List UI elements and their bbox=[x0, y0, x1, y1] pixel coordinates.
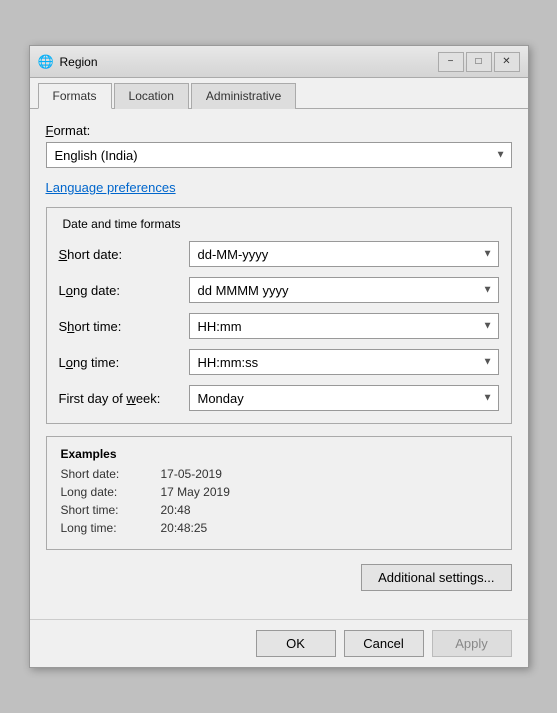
short-date-row: Short date: dd-MM-yyyy M/d/yyyy dd/MM/yy… bbox=[59, 241, 499, 267]
long-date-dropdown-container: dd MMMM yyyy dddd, MMMM d, yyyy ▼ bbox=[189, 277, 499, 303]
example-short-time-row: Short time: 20:48 bbox=[61, 503, 497, 517]
language-preferences-link[interactable]: Language preferences bbox=[46, 180, 512, 195]
window-title: Region bbox=[60, 55, 98, 69]
short-time-row: Short time: HH:mm h:mm tt ▼ bbox=[59, 313, 499, 339]
short-time-label: Short time: bbox=[59, 319, 189, 334]
short-date-underline: S bbox=[59, 247, 68, 262]
first-day-row: First day of week: Monday Sunday ▼ bbox=[59, 385, 499, 411]
content-area: Format: English (India) English (United … bbox=[30, 109, 528, 619]
long-time-dropdown[interactable]: HH:mm:ss h:mm:ss tt bbox=[189, 349, 499, 375]
example-short-time-label: Short time: bbox=[61, 503, 161, 517]
maximize-button[interactable]: □ bbox=[466, 52, 492, 72]
bottom-bar: OK Cancel Apply bbox=[30, 619, 528, 667]
tab-formats[interactable]: Formats bbox=[38, 83, 112, 109]
first-day-underline: w bbox=[126, 391, 135, 406]
first-day-field: Monday Sunday ▼ bbox=[189, 385, 499, 411]
example-long-date-label: Long date: bbox=[61, 485, 161, 499]
apply-button[interactable]: Apply bbox=[432, 630, 512, 657]
long-time-underline: o bbox=[66, 355, 73, 370]
title-bar: 🌐 Region − □ ✕ bbox=[30, 46, 528, 78]
example-long-date-value: 17 May 2019 bbox=[161, 485, 230, 499]
tab-location[interactable]: Location bbox=[114, 83, 189, 109]
format-section: Format: English (India) English (United … bbox=[46, 123, 512, 168]
example-long-time-value: 20:48:25 bbox=[161, 521, 208, 535]
long-time-field: HH:mm:ss h:mm:ss tt ▼ bbox=[189, 349, 499, 375]
tab-bar: Formats Location Administrative bbox=[30, 78, 528, 109]
long-date-row: Long date: dd MMMM yyyy dddd, MMMM d, yy… bbox=[59, 277, 499, 303]
long-date-underline: o bbox=[66, 283, 73, 298]
additional-btn-row: Additional settings... bbox=[46, 564, 512, 591]
format-dropdown[interactable]: English (India) English (United States) … bbox=[46, 142, 512, 168]
long-time-row: Long time: HH:mm:ss h:mm:ss tt ▼ bbox=[59, 349, 499, 375]
region-window: 🌐 Region − □ ✕ Formats Location Administ… bbox=[29, 45, 529, 668]
example-short-time-value: 20:48 bbox=[161, 503, 191, 517]
long-date-dropdown[interactable]: dd MMMM yyyy dddd, MMMM d, yyyy bbox=[189, 277, 499, 303]
first-day-dropdown-container: Monday Sunday ▼ bbox=[189, 385, 499, 411]
example-long-time-row: Long time: 20:48:25 bbox=[61, 521, 497, 535]
short-time-dropdown[interactable]: HH:mm h:mm tt bbox=[189, 313, 499, 339]
tab-administrative[interactable]: Administrative bbox=[191, 83, 296, 109]
title-bar-left: 🌐 Region bbox=[38, 54, 98, 70]
long-date-label: Long date: bbox=[59, 283, 189, 298]
datetime-group: Date and time formats Short date: dd-MM-… bbox=[46, 207, 512, 424]
cancel-button[interactable]: Cancel bbox=[344, 630, 424, 657]
close-button[interactable]: ✕ bbox=[494, 52, 520, 72]
long-time-dropdown-container: HH:mm:ss h:mm:ss tt ▼ bbox=[189, 349, 499, 375]
long-date-field: dd MMMM yyyy dddd, MMMM d, yyyy ▼ bbox=[189, 277, 499, 303]
format-label: Format: bbox=[46, 123, 512, 138]
format-dropdown-container: English (India) English (United States) … bbox=[46, 142, 512, 168]
first-day-dropdown[interactable]: Monday Sunday bbox=[189, 385, 499, 411]
short-time-dropdown-container: HH:mm h:mm tt ▼ bbox=[189, 313, 499, 339]
examples-box: Examples Short date: 17-05-2019 Long dat… bbox=[46, 436, 512, 550]
title-bar-controls: − □ ✕ bbox=[438, 52, 520, 72]
first-day-label: First day of week: bbox=[59, 391, 189, 406]
additional-settings-button[interactable]: Additional settings... bbox=[361, 564, 511, 591]
short-date-field: dd-MM-yyyy M/d/yyyy dd/MM/yyyy ▼ bbox=[189, 241, 499, 267]
short-date-label: Short date: bbox=[59, 247, 189, 262]
example-long-date-row: Long date: 17 May 2019 bbox=[61, 485, 497, 499]
short-time-field: HH:mm h:mm tt ▼ bbox=[189, 313, 499, 339]
datetime-group-title: Date and time formats bbox=[59, 217, 185, 231]
window-icon: 🌐 bbox=[38, 54, 54, 70]
long-time-label: Long time: bbox=[59, 355, 189, 370]
minimize-button[interactable]: − bbox=[438, 52, 464, 72]
example-short-date-value: 17-05-2019 bbox=[161, 467, 222, 481]
example-short-date-row: Short date: 17-05-2019 bbox=[61, 467, 497, 481]
example-long-time-label: Long time: bbox=[61, 521, 161, 535]
example-short-date-label: Short date: bbox=[61, 467, 161, 481]
ok-button[interactable]: OK bbox=[256, 630, 336, 657]
short-date-dropdown-container: dd-MM-yyyy M/d/yyyy dd/MM/yyyy ▼ bbox=[189, 241, 499, 267]
examples-title: Examples bbox=[61, 447, 497, 461]
short-date-dropdown[interactable]: dd-MM-yyyy M/d/yyyy dd/MM/yyyy bbox=[189, 241, 499, 267]
